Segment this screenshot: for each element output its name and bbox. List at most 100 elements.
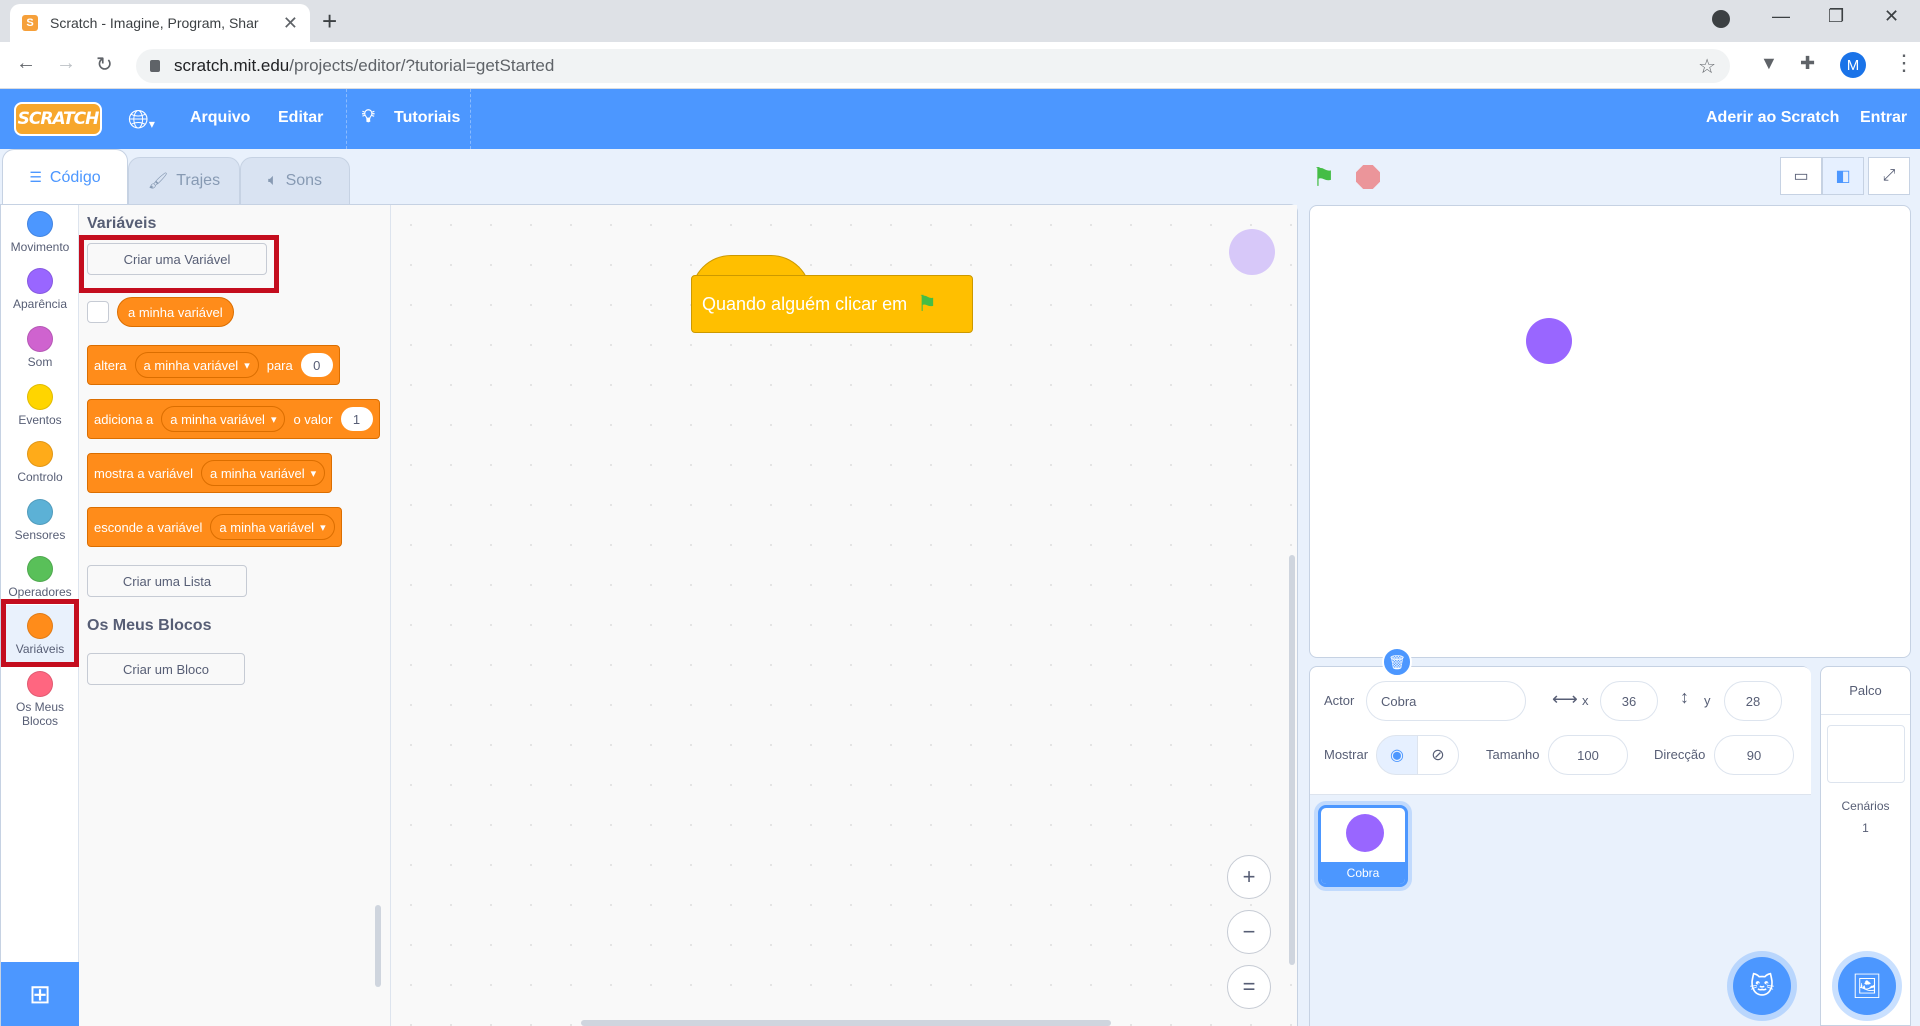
tab-sounds[interactable]: 🔈︎ Sons	[240, 157, 350, 205]
category-sensing[interactable]: Sensores	[1, 499, 79, 542]
sign-in-link[interactable]: Entrar	[1860, 109, 1907, 127]
script-canvas[interactable]: Quando alguém clicar em ⚑ + − =	[391, 205, 1297, 1026]
choose-sprite-cat-icon[interactable]: 🐱︎	[1733, 957, 1791, 1015]
sprite-name-input[interactable]: Cobra	[1366, 681, 1526, 721]
y-position-input[interactable]: 28	[1724, 681, 1782, 721]
zoom-out-icon: −	[1242, 919, 1256, 944]
hide-variable-block[interactable]: esconde a variável a minha variável	[87, 507, 342, 547]
variable-monitor-checkbox[interactable]	[87, 301, 109, 323]
language-globe-icon[interactable]: 🌐︎▾	[128, 104, 155, 136]
menu-file[interactable]: Arquivo	[190, 109, 250, 127]
category-motion[interactable]: Movimento	[1, 211, 79, 254]
extension-funnel-icon[interactable]: ▼	[1760, 53, 1778, 74]
sprite-tile-cobra[interactable]: Cobra	[1318, 805, 1408, 887]
editor-main: ☰ Código 🖌︎ Trajes 🔈︎ Sons Movimento Apa…	[0, 149, 1920, 1026]
profile-menu-icon[interactable]	[1712, 10, 1730, 28]
restore-icon[interactable]: ❐	[1828, 6, 1844, 27]
tab-title: Scratch - Imagine, Program, Shar	[50, 15, 259, 31]
join-scratch-link[interactable]: Aderir ao Scratch	[1706, 109, 1839, 127]
current-sprite-indicator	[1229, 229, 1275, 275]
browser-menu-icon[interactable]: ⋮	[1893, 50, 1915, 76]
zoom-out-button[interactable]: −	[1227, 910, 1271, 954]
block-palette: Variáveis Criar uma Variável a minha var…	[79, 205, 391, 1026]
highlight-box-create-variable	[79, 235, 279, 293]
menu-edit[interactable]: Editar	[278, 109, 323, 127]
scratch-menu-bar: SCRATCH 🌐︎▾ Arquivo Editar 💡︎ Tutoriais …	[0, 89, 1920, 149]
delete-sprite-icon[interactable]: 🗑︎	[1382, 647, 1412, 677]
zoom-reset-button[interactable]: =	[1227, 965, 1271, 1009]
value-input[interactable]: 1	[340, 407, 373, 431]
forward-icon[interactable]: →	[56, 52, 76, 75]
sprite-name-label: Actor	[1324, 693, 1355, 708]
tab-costumes[interactable]: 🖌︎ Trajes	[128, 157, 240, 205]
small-stage-icon[interactable]: ▭	[1780, 157, 1822, 195]
normal-stage-icon[interactable]: ◧	[1822, 157, 1864, 195]
value-input[interactable]: 0	[300, 353, 333, 377]
category-operators[interactable]: Operadores	[1, 556, 79, 599]
green-flag-run-icon[interactable]: ⚑	[1312, 162, 1335, 193]
variable-dropdown[interactable]: a minha variável	[200, 460, 326, 486]
dropdown-label: a minha variável	[209, 465, 305, 481]
when-flag-clicked-block[interactable]: Quando alguém clicar em ⚑	[691, 275, 973, 333]
add-extension-button[interactable]: ⊞	[1, 962, 79, 1026]
set-variable-block[interactable]: altera a minha variável para 0	[87, 345, 340, 385]
create-block-button[interactable]: Criar um Bloco	[87, 653, 245, 685]
window-close-icon[interactable]: ✕	[1884, 6, 1899, 27]
my-blocks-heading: Os Meus Blocos	[87, 617, 212, 634]
x-arrows-icon: ⟷	[1552, 689, 1578, 709]
palette-scrollbar[interactable]	[375, 905, 381, 987]
fullscreen-icon[interactable]: ⤢	[1868, 157, 1910, 195]
minimize-icon[interactable]: —	[1772, 6, 1790, 27]
category-looks-dot	[27, 268, 53, 294]
variable-dropdown[interactable]: a minha variável	[161, 406, 286, 432]
category-looks[interactable]: Aparência	[1, 268, 79, 311]
sprite-tile-name: Cobra	[1321, 862, 1405, 884]
lock-icon	[150, 60, 160, 72]
variable-reporter-block[interactable]: a minha variável	[117, 297, 234, 327]
backdrops-label: Cenários	[1841, 799, 1890, 813]
category-my-blocks[interactable]: Os Meus Blocos	[1, 671, 79, 728]
direction-input[interactable]: 90	[1714, 735, 1794, 775]
show-eye-icon[interactable]: ◉	[1376, 735, 1418, 775]
category-events[interactable]: Eventos	[1, 384, 79, 427]
change-variable-block[interactable]: adiciona a a minha variável o valor 1	[87, 399, 380, 439]
block-text: para	[266, 357, 293, 373]
browser-tab-bar: S Scratch - Imagine, Program, Shar ✕ + —…	[0, 0, 1920, 42]
category-menu: Movimento Aparência Som Eventos Controlo…	[1, 205, 79, 962]
canvas-horizontal-scrollbar[interactable]	[581, 1020, 1111, 1026]
choose-backdrop-icon[interactable]: 🖼︎	[1838, 957, 1896, 1015]
x-label: x	[1582, 693, 1589, 708]
size-input[interactable]: 100	[1548, 735, 1628, 775]
menu-tutorials[interactable]: Tutoriais	[394, 109, 460, 127]
close-tab-icon[interactable]: ✕	[283, 13, 298, 34]
tab-code[interactable]: ☰ Código	[2, 149, 128, 205]
sprite-on-stage[interactable]	[1526, 318, 1572, 364]
zoom-in-icon: +	[1242, 864, 1256, 889]
variable-dropdown[interactable]: a minha variável	[134, 352, 259, 378]
category-events-dot	[27, 384, 53, 410]
back-icon[interactable]: ←	[16, 52, 36, 75]
scratch-logo[interactable]: SCRATCH	[14, 102, 102, 136]
url-field[interactable]: scratch.mit.edu/projects/editor/?tutoria…	[136, 49, 1730, 83]
stop-sign-icon[interactable]	[1356, 165, 1380, 189]
category-label: Controlo	[17, 470, 63, 484]
category-label: Eventos	[18, 413, 62, 427]
variable-dropdown[interactable]: a minha variável	[210, 514, 335, 540]
zoom-in-button[interactable]: +	[1227, 855, 1271, 899]
account-avatar[interactable]: M	[1840, 52, 1866, 78]
x-position-input[interactable]: 36	[1600, 681, 1658, 721]
extensions-puzzle-icon[interactable]: ✚	[1800, 53, 1815, 74]
hide-eye-icon[interactable]: ⊘	[1417, 735, 1459, 775]
zoom-reset-icon: =	[1242, 974, 1256, 999]
category-control[interactable]: Controlo	[1, 441, 79, 484]
create-list-button[interactable]: Criar uma Lista	[87, 565, 247, 597]
new-tab-icon[interactable]: +	[322, 6, 337, 37]
browser-tab[interactable]: S Scratch - Imagine, Program, Shar ✕	[10, 4, 310, 42]
canvas-vertical-scrollbar[interactable]	[1289, 555, 1295, 965]
reload-icon[interactable]: ↻	[96, 52, 113, 77]
category-sound[interactable]: Som	[1, 326, 79, 369]
show-variable-block[interactable]: mostra a variável a minha variável	[87, 453, 333, 493]
stage-canvas[interactable]	[1309, 205, 1911, 658]
bookmark-star-icon[interactable]: ☆	[1698, 54, 1716, 79]
category-motion-dot	[27, 211, 53, 237]
